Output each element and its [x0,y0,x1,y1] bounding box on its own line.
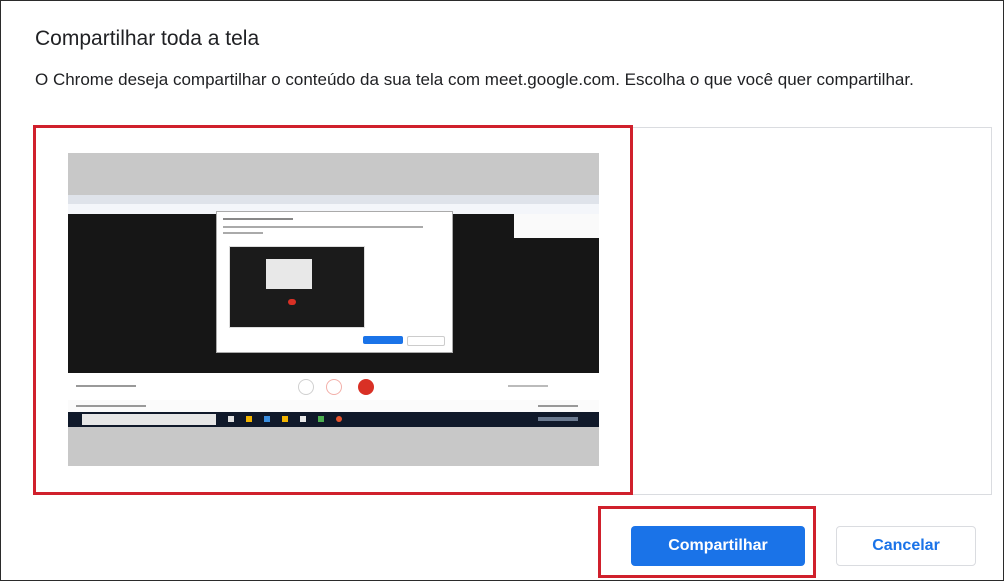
share-screen-dialog: Compartilhar toda a tela O Chrome deseja… [0,0,1004,581]
cancel-button[interactable]: Cancelar [836,526,976,566]
dialog-description: O Chrome deseja compartilhar o conteúdo … [35,70,914,89]
dialog-title: Compartilhar toda a tela [35,27,260,50]
share-button[interactable]: Compartilhar [631,526,805,566]
selected-screen-highlight [33,125,633,495]
